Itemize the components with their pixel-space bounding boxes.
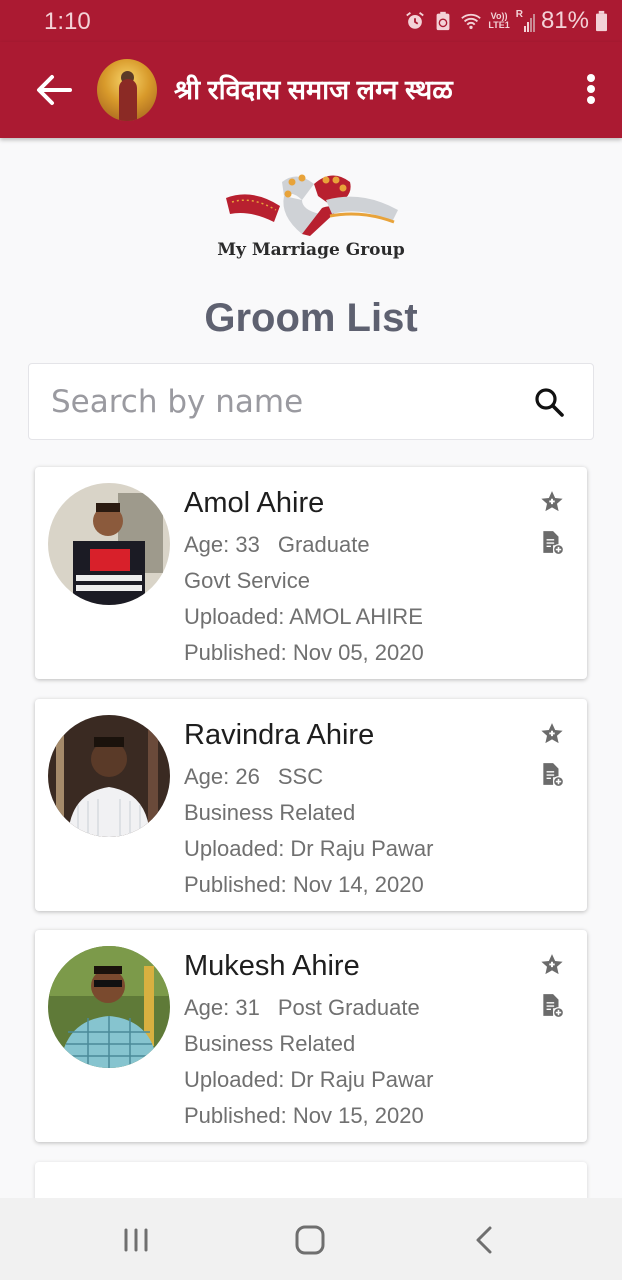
groom-photo [48,946,170,1068]
star-add-icon[interactable] [539,952,565,978]
groom-age-education: Age: 26 SSC [184,764,324,789]
volte-lte-icon: Vo)) LTE1 [488,11,510,30]
groom-photo [48,483,170,605]
search-input[interactable] [51,382,511,422]
document-add-icon[interactable] [539,529,565,555]
groom-uploaded-by: Uploaded: AMOL AHIRE [184,604,423,629]
groom-published-date: Published: Nov 15, 2020 [184,1103,424,1128]
groom-name: Mukesh Ahire [184,950,360,982]
groom-occupation: Govt Service [184,568,310,593]
groom-published-date: Published: Nov 05, 2020 [184,640,424,665]
groom-card[interactable]: Mukesh Ahire Age: 31 Post Graduate Busine… [35,930,587,1142]
groom-age-education: Age: 33 Graduate [184,532,370,557]
document-add-icon[interactable] [539,761,565,787]
groom-card-partial[interactable] [35,1162,587,1202]
groom-published-date: Published: Nov 14, 2020 [184,872,424,897]
battery-icon [596,10,607,32]
back-icon[interactable] [466,1222,502,1258]
groom-occupation: Business Related [184,800,356,825]
home-icon[interactable] [292,1222,328,1258]
system-nav-bar [0,1198,622,1280]
battery-saver-icon [436,11,450,31]
groom-name: Ravindra Ahire [184,719,375,751]
search-box [28,363,594,440]
search-icon[interactable] [533,386,565,418]
community-avatar [97,59,157,121]
recent-apps-icon[interactable] [118,1222,154,1258]
document-add-icon[interactable] [539,992,565,1018]
groom-occupation: Business Related [184,1031,356,1056]
my-marriage-group-logo [226,174,398,236]
app-title: श्री रविदास समाज लग्न स्थळ [174,75,453,105]
status-time: 1:10 [44,8,91,35]
groom-age-education: Age: 31 Post Graduate [184,995,420,1020]
status-bar: 1:10 Vo)) LTE1 R 81% [0,0,622,42]
page-title: Groom List [204,296,418,340]
wifi-icon [461,13,482,30]
more-vertical-icon[interactable] [586,74,596,106]
star-add-icon[interactable] [539,489,565,515]
groom-uploaded-by: Uploaded: Dr Raju Pawar [184,836,434,861]
battery-percent: 81% [540,7,589,34]
signal-icon: R [516,10,535,32]
logo-text: My Marriage Group [217,240,405,260]
star-add-icon[interactable] [539,721,565,747]
groom-uploaded-by: Uploaded: Dr Raju Pawar [184,1067,434,1092]
groom-name: Amol Ahire [184,487,325,519]
groom-photo [48,715,170,837]
groom-card[interactable]: Ravindra Ahire Age: 26 SSC Business Relat… [35,699,587,911]
groom-card[interactable]: Amol Ahire Age: 33 Graduate Govt Service … [35,467,587,679]
status-icons: Vo)) LTE1 R 81% [404,7,608,35]
app-bar: श्री रविदास समाज लग्न स्थळ [0,42,622,138]
alarm-icon [406,12,425,29]
arrow-left-icon[interactable] [34,72,74,108]
